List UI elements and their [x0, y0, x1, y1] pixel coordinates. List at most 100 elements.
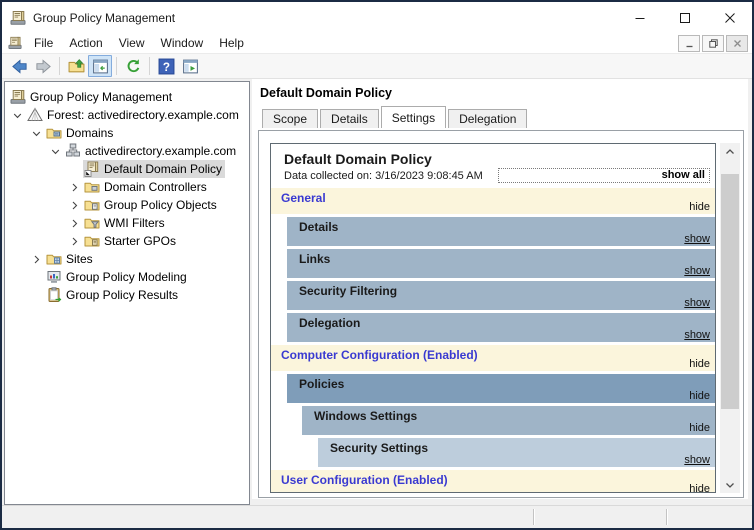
tree-toggle[interactable] [66, 196, 83, 214]
toolbar-separator [116, 57, 117, 75]
tree-toggle[interactable] [28, 124, 45, 142]
windows-settings-hide-link[interactable]: hide [689, 422, 710, 434]
tree-toggle[interactable] [66, 232, 83, 250]
refresh-icon [125, 58, 142, 75]
tab-details[interactable]: Details [320, 109, 379, 128]
show-all-link[interactable]: show all [498, 168, 710, 183]
tree-item-group-policy-objects[interactable]: Group Policy Objects [5, 196, 249, 214]
console-tree-toggle-button[interactable] [88, 55, 112, 77]
report-section-computer-configuration-enabled: Computer Configuration (Enabled) hide [271, 345, 715, 371]
status-bar-divider [533, 509, 534, 525]
chevron-up-icon [725, 147, 735, 157]
report-title: Default Domain Policy [284, 151, 432, 167]
minimize-button[interactable] [617, 2, 662, 33]
report-scrollbar[interactable] [720, 143, 740, 493]
tree-item-forest-activedirectory-example-com[interactable]: Forest: activedirectory.example.com [5, 106, 249, 124]
menu-item-help[interactable]: Help [211, 34, 252, 52]
chevron-down-icon [725, 480, 735, 490]
computer-configuration-enabled-hide-link[interactable]: hide [689, 358, 710, 370]
tree-item-label: WMI Filters [104, 216, 165, 230]
section-label: Links [299, 252, 331, 266]
report-section-general: General hide [271, 188, 715, 214]
menu-items: File Action View Window Help [26, 34, 252, 52]
domain-icon [65, 143, 81, 159]
menu-item-file[interactable]: File [26, 34, 61, 52]
chevron-right-icon [70, 219, 79, 228]
folder-domain-controllers-icon [84, 179, 100, 195]
tree-item-label: Sites [66, 252, 93, 266]
security-settings-show-link[interactable]: show [684, 454, 710, 466]
forest-icon [27, 107, 43, 123]
section-label: User Configuration (Enabled) [281, 473, 448, 487]
tree-item-sites[interactable]: Sites [5, 250, 249, 268]
delegation-show-link[interactable]: show [684, 329, 710, 341]
gpm-window: Group Policy Management File Action View Wi… [0, 0, 754, 530]
report-section-security-filtering: Security Filtering show [287, 281, 715, 310]
user-configuration-enabled-hide-link[interactable]: hide [689, 483, 710, 492]
tree-toggle[interactable] [47, 142, 64, 160]
back-arrow-button[interactable] [7, 55, 31, 77]
report-section-details: Details show [287, 217, 715, 246]
tree-toggle[interactable] [9, 106, 26, 124]
chevron-right-icon [70, 201, 79, 210]
toggle-spacer [66, 160, 83, 178]
tree-item-group-policy-results[interactable]: Group Policy Results [5, 286, 249, 304]
close-icon [733, 39, 742, 48]
gpo-header-title: Default Domain Policy [260, 86, 392, 100]
tree-item-activedirectory-example-com[interactable]: activedirectory.example.com [5, 142, 249, 160]
tab-settings[interactable]: Settings [380, 106, 447, 128]
toolbar: ? [2, 54, 752, 79]
menu-item-window[interactable]: Window [153, 34, 212, 52]
tree-item-domain-controllers[interactable]: Domain Controllers [5, 178, 249, 196]
up-one-level-button[interactable] [64, 55, 88, 77]
refresh-button[interactable] [121, 55, 145, 77]
tree-item-domains[interactable]: Domains [5, 124, 249, 142]
tree-item-group-policy-modeling[interactable]: Group Policy Modeling [5, 268, 249, 286]
console-window-button[interactable] [178, 55, 202, 77]
tab-delegation[interactable]: Delegation [448, 109, 528, 128]
tree-toggle[interactable] [66, 214, 83, 232]
tree-toggle[interactable] [66, 178, 83, 196]
folder-sites-icon [46, 251, 62, 267]
mdi-restore-button[interactable] [702, 35, 724, 52]
mdi-close-button[interactable] [726, 35, 748, 52]
scroll-down-button[interactable] [720, 476, 740, 493]
report-section-security-settings: Security Settings show [318, 438, 715, 467]
scrollbar-thumb[interactable] [721, 174, 739, 409]
help-button[interactable]: ? [154, 55, 178, 77]
details-show-link[interactable]: show [684, 233, 710, 245]
gp-results-icon [46, 287, 62, 303]
help-icon: ? [158, 58, 175, 75]
console-window-icon [182, 58, 199, 75]
tree-item-label: Group Policy Modeling [66, 270, 187, 284]
security-filtering-show-link[interactable]: show [684, 297, 710, 309]
gpm-console-icon [10, 10, 26, 26]
maximize-button[interactable] [662, 2, 707, 33]
tree-item-label: Domain Controllers [104, 180, 207, 194]
tree-item-label: Forest: activedirectory.example.com [47, 108, 239, 122]
close-button[interactable] [707, 2, 752, 33]
tree-node: Group Policy Management [9, 88, 175, 106]
section-label: Security Filtering [299, 284, 398, 298]
tree-item-wmi-filters[interactable]: WMI Filters [5, 214, 249, 232]
scroll-up-button[interactable] [720, 143, 740, 160]
tree-item-group-policy-management[interactable]: Group Policy Management [5, 88, 249, 106]
console-tree-toggle-icon [92, 58, 109, 75]
settings-report: Default Domain Policy Data collected on:… [270, 143, 716, 493]
report-section-links: Links show [287, 249, 715, 278]
tree-toggle[interactable] [28, 250, 45, 268]
tree-item-starter-gpos[interactable]: Starter GPOs [5, 232, 249, 250]
tree-item-default-domain-policy[interactable]: Default Domain Policy [5, 160, 249, 178]
general-hide-link[interactable]: hide [689, 201, 710, 213]
policies-hide-link[interactable]: hide [689, 390, 710, 402]
links-show-link[interactable]: show [684, 265, 710, 277]
toolbar-separator [59, 57, 60, 75]
window-controls [617, 2, 752, 33]
tab-scope[interactable]: Scope [262, 109, 319, 128]
forward-arrow-button[interactable] [31, 55, 55, 77]
gpm-console-icon [8, 36, 22, 50]
up-one-level-icon [68, 58, 85, 75]
menu-item-view[interactable]: View [111, 34, 153, 52]
menu-item-action[interactable]: Action [61, 34, 110, 52]
mdi-minimize-button[interactable] [678, 35, 700, 52]
